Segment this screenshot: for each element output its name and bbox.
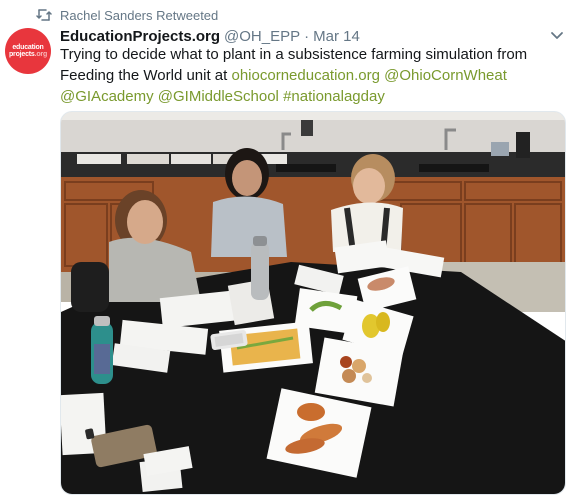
tweet-header: EducationProjects.org @OH_EPP · Mar 14 — [60, 26, 563, 46]
retweet-context[interactable]: Rachel Sanders Retweeted — [36, 6, 218, 24]
tweet-date[interactable]: Mar 14 — [313, 28, 360, 45]
mention-ohiocornwheat[interactable]: @OhioCornWheat — [384, 67, 507, 84]
mention-giacademy[interactable]: @GIAcademy — [60, 88, 154, 105]
user-handle[interactable]: @OH_EPP — [224, 28, 300, 45]
tweet-photo[interactable] — [60, 111, 566, 495]
link-ohiocorneducation[interactable]: ohiocorneducation.org — [232, 67, 380, 84]
separator-dot: · — [304, 27, 310, 45]
avatar-text-projects: projects — [8, 51, 35, 58]
avatar-text-line2: projects.org — [9, 51, 47, 58]
avatar-text-org: .org — [34, 51, 48, 58]
avatar[interactable]: education projects.org — [5, 28, 51, 74]
hashtag-nationalagday[interactable]: #nationalagday — [283, 88, 385, 105]
avatar-text-line1: education — [12, 44, 44, 51]
chevron-down-icon[interactable] — [549, 30, 565, 42]
mention-gimiddleschool[interactable]: @GIMiddleSchool — [158, 88, 279, 105]
retweet-label: Rachel Sanders Retweeted — [60, 7, 219, 23]
retweet-icon — [36, 9, 52, 21]
display-name[interactable]: EducationProjects.org — [60, 28, 220, 45]
tweet-text: Trying to decide what to plant in a subs… — [60, 44, 560, 107]
classroom-photo — [61, 112, 565, 494]
